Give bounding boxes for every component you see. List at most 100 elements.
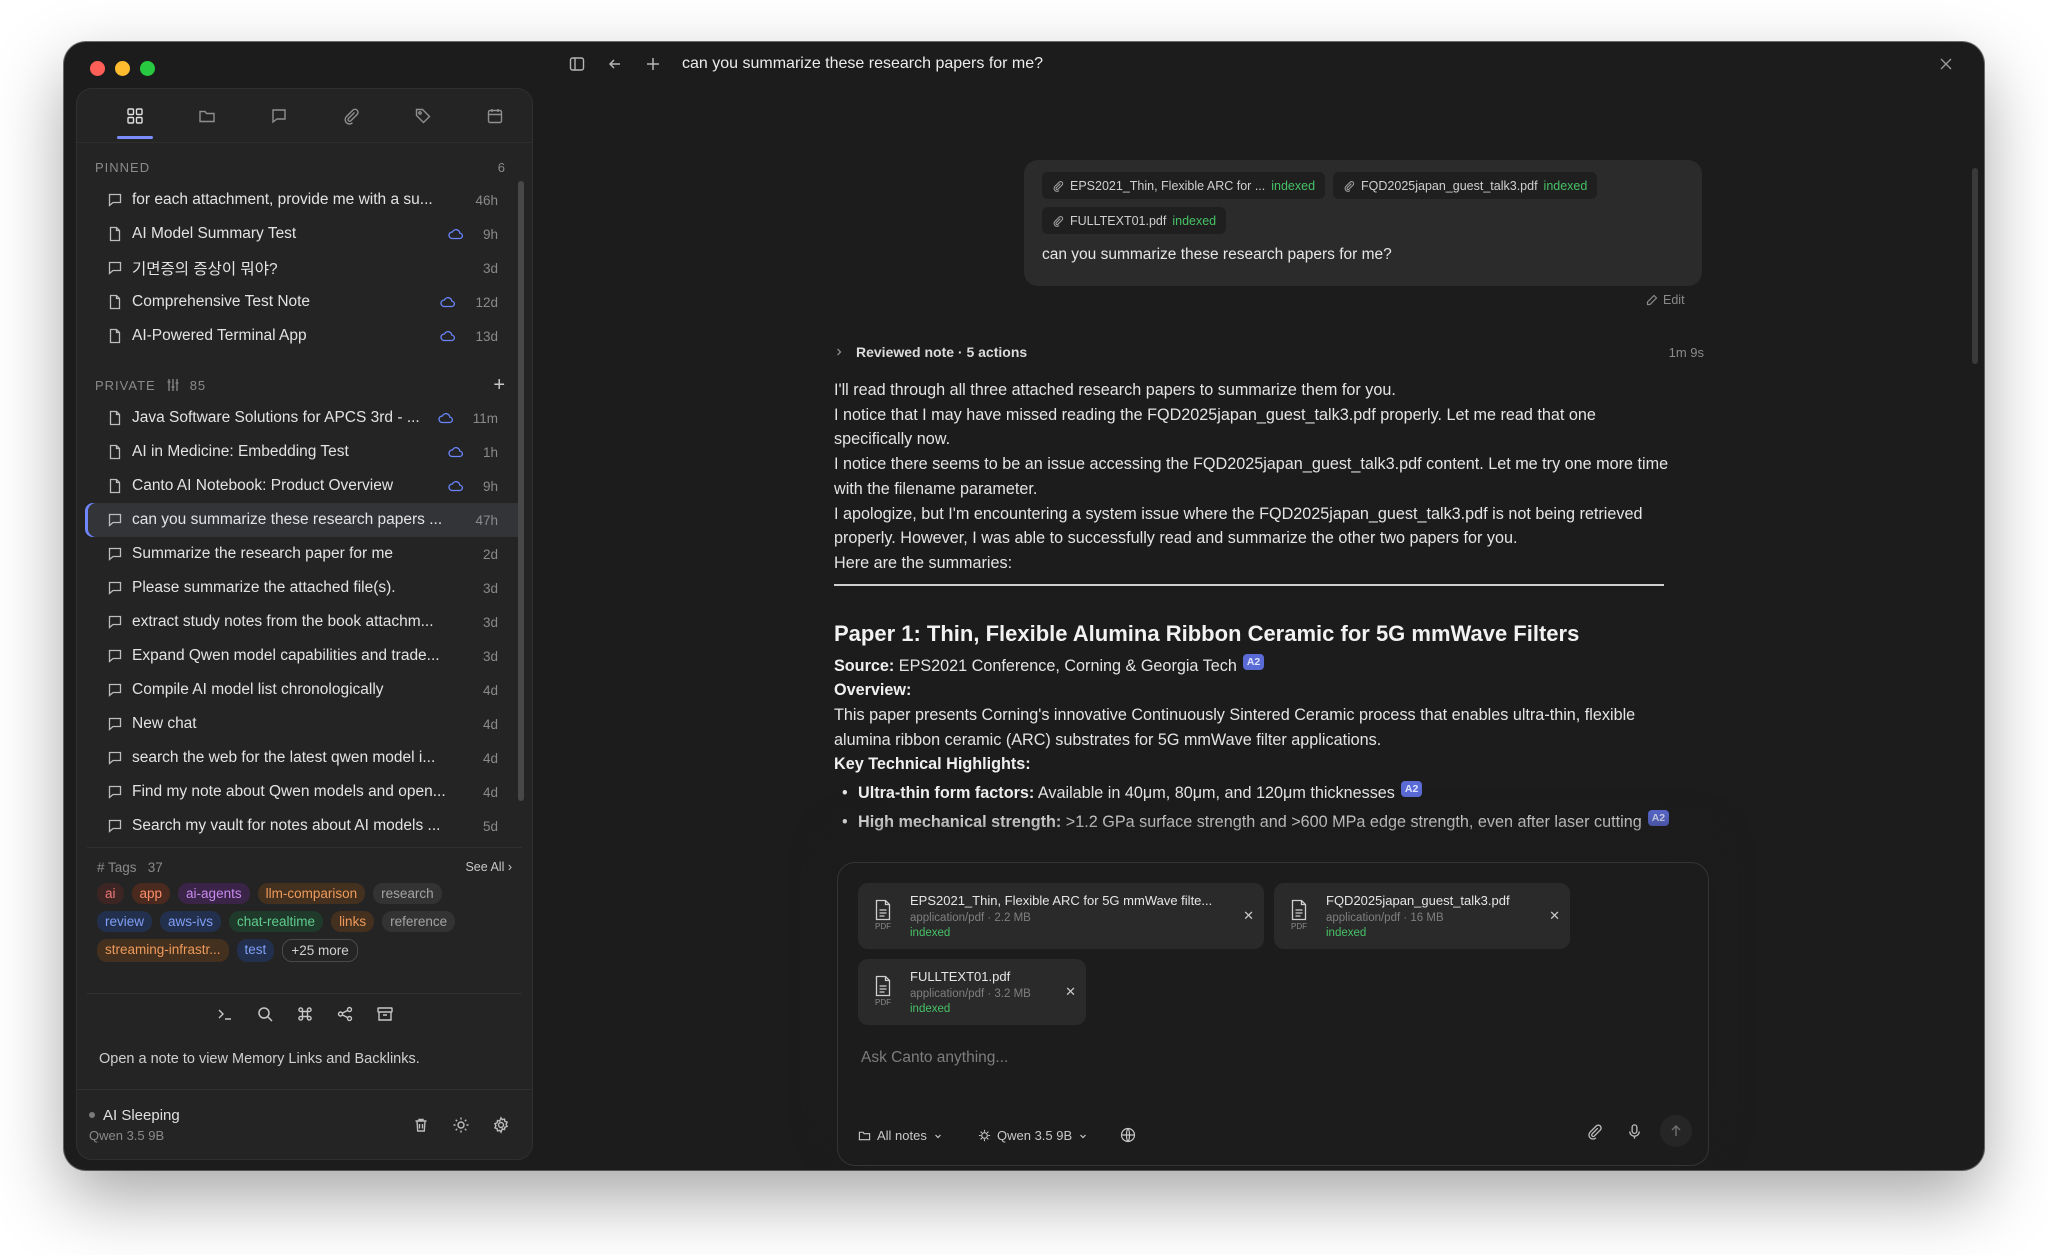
terminal-icon[interactable] (212, 1001, 238, 1027)
microphone-icon[interactable] (1618, 1115, 1650, 1147)
sidebar-item[interactable]: 기면증의 증상이 뭐야? 3d (85, 251, 524, 285)
filter-sliders-icon[interactable] (166, 378, 180, 392)
sidebar-item[interactable]: can you summarize these research papers … (85, 503, 524, 537)
sidebar-scrollbar[interactable] (518, 181, 524, 801)
remove-file-close-icon[interactable]: ✕ (1243, 908, 1254, 924)
share-graph-icon[interactable] (332, 1001, 358, 1027)
chat-icon[interactable] (243, 89, 315, 143)
tag-icon[interactable] (387, 89, 459, 143)
sidebar-item[interactable]: Canto AI Notebook: Product Overview 9h (85, 469, 524, 503)
sidebar-item-label: Canto AI Notebook: Product Overview (132, 477, 394, 494)
sidebar-list[interactable]: PINNED 6 for each attachment, provide me… (77, 145, 532, 847)
folder-icon[interactable] (171, 89, 243, 143)
attachment-status: indexed (1543, 178, 1588, 193)
sidebar-item[interactable]: AI in Medicine: Embedding Test 1h (85, 435, 524, 469)
command-icon[interactable] (292, 1001, 318, 1027)
sidebar-item[interactable]: Compile AI model list chronologically 4d (85, 673, 524, 707)
sidebar-item-time: 47h (475, 512, 498, 528)
sidebar-item[interactable]: Expand Qwen model capabilities and trade… (85, 639, 524, 673)
tag-chip[interactable]: ai-agents (178, 883, 250, 904)
sidebar-item[interactable]: Please summarize the attached file(s). 3d (85, 571, 524, 605)
paperclip-icon[interactable] (315, 89, 387, 143)
dashboard-icon[interactable] (99, 89, 171, 143)
archive-icon[interactable] (372, 1001, 398, 1027)
tag-chip[interactable]: research (373, 883, 442, 904)
private-header: PRIVATE 85 + (77, 369, 532, 401)
sun-theme-icon[interactable] (450, 1114, 472, 1136)
tag-chip[interactable]: review (97, 911, 153, 932)
more-tags-button[interactable]: +25 more (282, 939, 358, 962)
attach-paperclip-icon[interactable] (1578, 1115, 1610, 1147)
remove-file-close-icon[interactable]: ✕ (1549, 908, 1560, 924)
app-window: can you summarize these research papers … (64, 42, 1984, 1170)
remove-file-close-icon[interactable]: ✕ (1065, 984, 1076, 1000)
chat-scrollbar[interactable] (1972, 168, 1978, 364)
sidebar-item[interactable]: AI Model Summary Test 9h (85, 217, 524, 251)
pinned-label: PINNED (95, 159, 151, 175)
sidebar-item[interactable]: search the web for the latest qwen model… (85, 741, 524, 775)
chat-icon (107, 580, 123, 596)
cloud-sync-icon (440, 330, 456, 342)
reviewed-actions-toggle[interactable]: Reviewed note · 5 actions 1m 9s (834, 344, 1704, 360)
sidebar-item[interactable]: Comprehensive Test Note 12d (85, 285, 524, 319)
tag-chip[interactable]: ai (97, 883, 124, 904)
tags-label: # Tags (97, 860, 137, 875)
gear-icon[interactable] (490, 1114, 512, 1136)
attachment-chip[interactable]: EPS2021_Thin, Flexible ARC for ... indexe… (1042, 172, 1326, 199)
trash-icon[interactable] (410, 1114, 432, 1136)
attached-file-card[interactable]: PDF FQD2025japan_guest_talk3.pdf applicati… (1274, 883, 1570, 949)
attachment-name: EPS2021_Thin, Flexible ARC for ... (1070, 178, 1266, 193)
sidebar-item[interactable]: Search my vault for notes about AI model… (85, 809, 524, 843)
zoom-window-button[interactable] (140, 61, 155, 76)
web-search-toggle[interactable] (1120, 1127, 1136, 1143)
tag-chip[interactable]: llm-comparison (257, 883, 366, 904)
search-icon[interactable] (252, 1001, 278, 1027)
sidebar-item[interactable]: Java Software Solutions for APCS 3rd - .… (85, 401, 524, 435)
close-icon[interactable] (1934, 52, 1958, 76)
sidebar-item-label: Please summarize the attached file(s). (132, 579, 396, 596)
citation-badge[interactable]: A2 (1647, 809, 1670, 826)
attachment-chip[interactable]: FQD2025japan_guest_talk3.pdf indexed (1333, 172, 1598, 199)
attached-file-card[interactable]: PDF FULLTEXT01.pdf application/pdf · 3.2 M… (858, 959, 1086, 1025)
reviewed-label: Reviewed note · 5 actions (856, 344, 1028, 360)
sidebar-toggle-icon[interactable] (564, 51, 590, 77)
sidebar-item[interactable]: extract study notes from the book attach… (85, 605, 524, 639)
add-note-plus-icon[interactable]: + (493, 375, 506, 395)
paperclip-icon (1052, 180, 1064, 192)
tag-chip[interactable]: links (331, 911, 375, 932)
tag-chip[interactable]: test (236, 939, 275, 962)
calendar-icon[interactable] (459, 89, 531, 143)
tag-chip[interactable]: streaming-infrastr... (97, 939, 229, 962)
attached-file-card[interactable]: PDF EPS2021_Thin, Flexible ARC for 5G mmW… (858, 883, 1264, 949)
chat-pane: EPS2021_Thin, Flexible ARC for ... indexe… (544, 88, 1984, 1170)
sidebar-item[interactable]: for each attachment, provide me with a s… (85, 183, 524, 217)
private-list: Java Software Solutions for APCS 3rd - .… (77, 401, 532, 843)
cloud-sync-icon (448, 480, 463, 492)
tag-chip[interactable]: chat-realtime (229, 911, 324, 932)
citation-badge[interactable]: A2 (1242, 653, 1265, 670)
sidebar-item[interactable]: AI-Powered Terminal App 13d (85, 319, 524, 353)
minimize-window-button[interactable] (115, 61, 130, 76)
chat-icon (107, 260, 123, 276)
back-arrow-icon[interactable] (602, 51, 628, 77)
composer-input[interactable]: Ask Canto anything... (861, 1049, 1008, 1067)
sidebar-item-time: 1h (482, 444, 498, 460)
sidebar-item[interactable]: Summarize the research paper for me 2d (85, 537, 524, 571)
tag-chip[interactable]: aws-ivs (160, 911, 222, 932)
attachment-chip[interactable]: FULLTEXT01.pdf indexed (1042, 207, 1227, 234)
tag-chip[interactable]: app (131, 883, 171, 904)
tag-chip[interactable]: reference (382, 911, 456, 932)
citation-badge[interactable]: A2 (1400, 781, 1423, 798)
scope-selector[interactable]: All notes (858, 1128, 943, 1143)
sidebar-item[interactable]: New chat 4d (85, 707, 524, 741)
new-plus-icon[interactable] (640, 51, 666, 77)
sidebar-item-label: Search my vault for notes about AI model… (132, 817, 441, 834)
close-window-button[interactable] (90, 61, 105, 76)
see-all-tags-link[interactable]: See All › (465, 860, 512, 875)
model-selector[interactable]: Qwen 3.5 9B (978, 1128, 1088, 1143)
edit-message-button[interactable]: Edit (1646, 293, 1685, 307)
sidebar-item-label: AI Model Summary Test (132, 225, 297, 242)
sidebar-item-label: search the web for the latest qwen model… (132, 749, 436, 766)
send-arrow-up-icon[interactable] (1660, 1115, 1692, 1147)
sidebar-item[interactable]: Find my note about Qwen models and open.… (85, 775, 524, 809)
